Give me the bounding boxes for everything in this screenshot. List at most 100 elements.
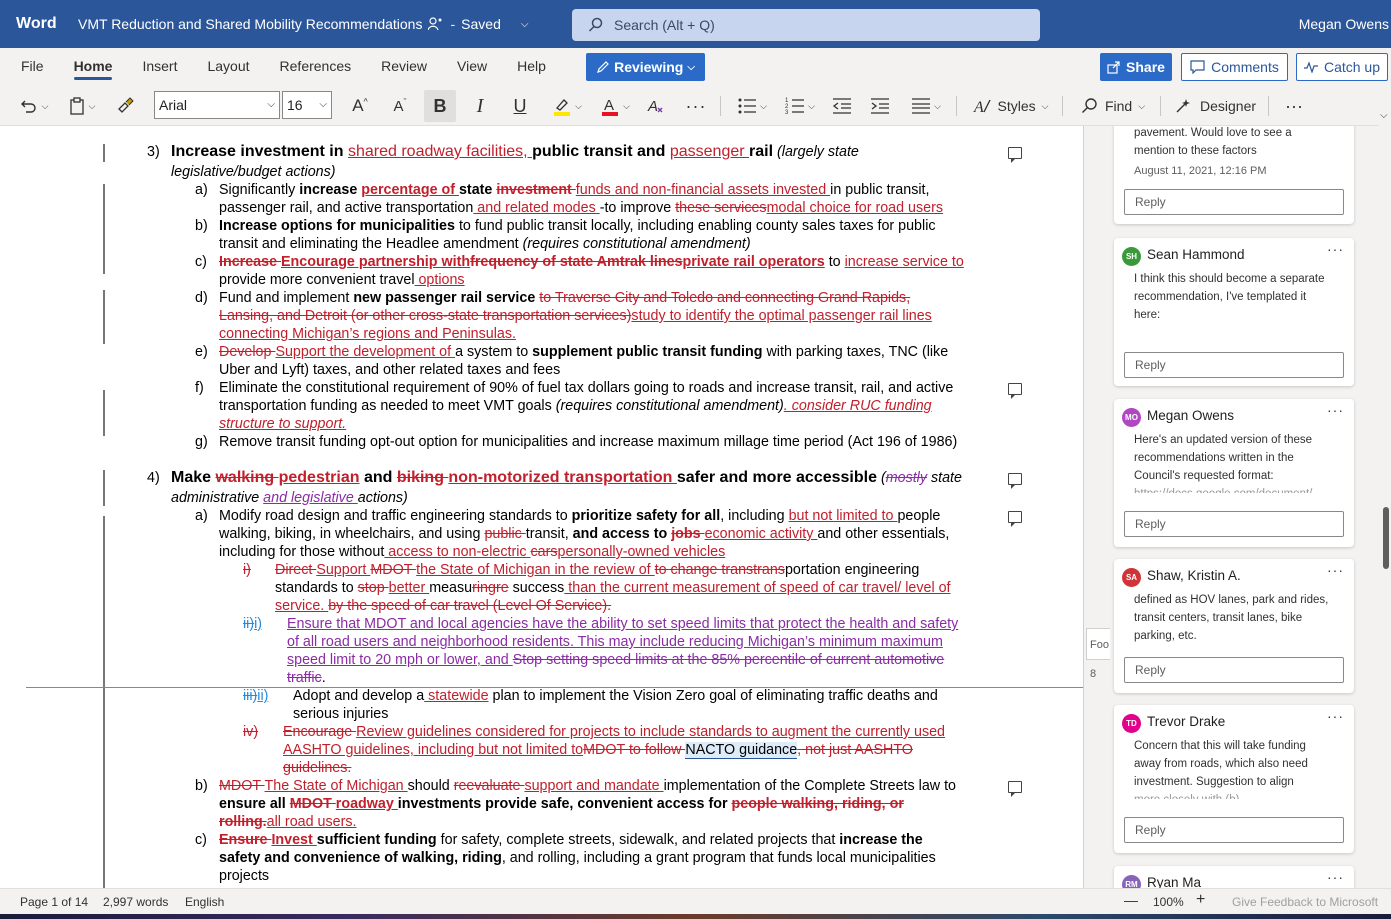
- underline-button[interactable]: U: [506, 90, 534, 122]
- find-button[interactable]: Find ⌵: [1072, 90, 1154, 122]
- comment-marker-icon[interactable]: [1008, 147, 1022, 163]
- word-count[interactable]: 2,997 words: [103, 895, 168, 909]
- reviewing-button[interactable]: Reviewing ⌵: [586, 53, 705, 81]
- vertical-scrollbar[interactable]: [1379, 108, 1391, 888]
- text-line[interactable]: ensure all MDOT roadway investments prov…: [219, 795, 904, 813]
- paragraph-4a-iv[interactable]: Encourage Review guidelines considered f…: [283, 723, 945, 741]
- text-line[interactable]: legislative/budget actions): [171, 163, 336, 181]
- align-button[interactable]: ⌵: [906, 90, 946, 122]
- reply-input[interactable]: Reply: [1124, 511, 1344, 537]
- numbering-button[interactable]: 123 ⌵: [780, 90, 820, 122]
- comment-card[interactable]: MO Megan Owens ··· Here's an updated ver…: [1114, 399, 1354, 547]
- text-line[interactable]: walking, biking, in wheelchairs, and usi…: [219, 525, 949, 543]
- comment-marker-icon[interactable]: [1008, 511, 1022, 527]
- paragraph-3g[interactable]: Remove transit funding opt-out option fo…: [219, 433, 957, 451]
- comment-author[interactable]: Ryan Ma: [1147, 875, 1201, 888]
- paste-button[interactable]: ⌵: [62, 90, 102, 122]
- comment-card[interactable]: TD Trevor Drake ··· Concern that this wi…: [1114, 705, 1354, 853]
- text-line[interactable]: safety and convenience of walking, ridin…: [219, 849, 936, 867]
- text-line[interactable]: traffic.: [287, 669, 326, 687]
- text-line[interactable]: including for those without access to no…: [219, 543, 725, 561]
- paragraph-4a-i[interactable]: Direct Support MDOT the State of Michiga…: [275, 561, 919, 579]
- text-line[interactable]: service. by the speed of car travel (Lev…: [275, 597, 611, 615]
- chevron-down-icon[interactable]: ⌵: [521, 19, 529, 30]
- bold-button[interactable]: B: [424, 90, 456, 122]
- font-name-select[interactable]: Arial ⌵: [154, 91, 280, 119]
- paragraph-3c[interactable]: Increase Encourage partnership withfrequ…: [219, 253, 964, 271]
- inserted-text[interactable]: structure to support.: [219, 415, 346, 433]
- more-font-options-button[interactable]: ···: [682, 90, 710, 122]
- document-canvas[interactable]: 3) Increase investment in shared roadway…: [0, 126, 1083, 888]
- heading-item-3[interactable]: Increase investment in shared roadway fa…: [171, 143, 859, 161]
- language[interactable]: English: [185, 895, 224, 909]
- document-page[interactable]: 3) Increase investment in shared roadway…: [0, 126, 1083, 888]
- comment-marker-icon[interactable]: [1008, 383, 1022, 399]
- text-line[interactable]: Lansing, and Detroit (or other cross-sta…: [219, 307, 932, 325]
- text-line[interactable]: speed limit to 20 mph or lower, and Stop…: [287, 651, 944, 669]
- document-title-text[interactable]: VMT Reduction and Shared Mobility Recomm…: [78, 16, 422, 32]
- document-title[interactable]: VMT Reduction and Shared Mobility Recomm…: [78, 16, 528, 32]
- comment-card[interactable]: SA Shaw, Kristin A. ··· defined as HOV l…: [1114, 559, 1354, 693]
- comment-author[interactable]: Shaw, Kristin A.: [1147, 568, 1241, 583]
- reply-input[interactable]: Reply: [1124, 657, 1344, 683]
- bullets-button[interactable]: ⌵: [732, 90, 772, 122]
- text-line[interactable]: transportation funding as needed to meet…: [219, 397, 932, 415]
- text-line[interactable]: Uber and Lyft) taxes, and other related …: [219, 361, 560, 379]
- text-line[interactable]: rolling.all road users.: [219, 813, 356, 831]
- search-input[interactable]: Search (Alt + Q): [572, 9, 1040, 41]
- text-line[interactable]: AASHTO guidelines, including but not lim…: [283, 741, 913, 759]
- paragraph-3d[interactable]: Fund and implement new passenger rail se…: [219, 289, 910, 307]
- reply-input[interactable]: Reply: [1124, 189, 1344, 215]
- clear-formatting-button[interactable]: A: [642, 90, 670, 122]
- tab-references[interactable]: References: [265, 48, 367, 86]
- paragraph-3a[interactable]: Significantly increase percentage of sta…: [219, 181, 929, 199]
- zoom-in-button[interactable]: +: [1196, 891, 1205, 909]
- more-icon[interactable]: ···: [1327, 708, 1344, 724]
- more-icon[interactable]: ···: [1327, 402, 1344, 418]
- tab-file[interactable]: File: [6, 48, 59, 86]
- paragraph-4a-ii[interactable]: Ensure that MDOT and local agencies have…: [287, 615, 958, 633]
- paragraph-3f[interactable]: Eliminate the constitutional requirement…: [219, 379, 953, 397]
- user-name[interactable]: Megan Owens: [1299, 16, 1389, 32]
- text-line[interactable]: standards to stop better measuringre suc…: [275, 579, 951, 597]
- font-color-button[interactable]: A ⌵: [596, 90, 634, 122]
- feedback-link[interactable]: Give Feedback to Microsoft: [1232, 895, 1378, 909]
- text-line[interactable]: administrative and legislative actions): [171, 489, 408, 507]
- reply-input[interactable]: Reply: [1124, 817, 1344, 843]
- chevron-down-icon[interactable]: ⌵: [1380, 110, 1388, 121]
- list-item[interactable]: 3): [147, 143, 160, 161]
- comment-card[interactable]: RM Ryan Ma ···: [1114, 866, 1354, 888]
- tab-insert[interactable]: Insert: [127, 48, 192, 86]
- comment-card[interactable]: SH Sean Hammond ··· I think this should …: [1114, 238, 1354, 386]
- page-count[interactable]: Page 1 of 14: [20, 895, 88, 909]
- tab-layout[interactable]: Layout: [192, 48, 264, 86]
- side-tab[interactable]: Foo: [1086, 628, 1110, 660]
- deleted-text[interactable]: guidelines.: [283, 759, 351, 777]
- tab-home[interactable]: Home: [59, 48, 128, 86]
- undo-button[interactable]: ⌵: [14, 90, 54, 122]
- zoom-level[interactable]: 100%: [1153, 895, 1184, 909]
- more-options-button[interactable]: ···: [1280, 90, 1308, 122]
- more-icon[interactable]: ···: [1327, 869, 1344, 885]
- text-line[interactable]: provide more convenient travel options: [219, 271, 465, 289]
- text-line[interactable]: transit and eliminating the Headlee amen…: [219, 235, 751, 253]
- font-size-select[interactable]: 16 ⌵: [282, 91, 332, 119]
- designer-button[interactable]: Designer: [1170, 90, 1260, 122]
- styles-button[interactable]: A Styles ⌵: [966, 90, 1054, 122]
- text-line[interactable]: projects: [219, 867, 269, 885]
- comment-card[interactable]: pavement. Would love to see a mention to…: [1114, 126, 1354, 224]
- comment-marker-icon[interactable]: [1008, 781, 1022, 797]
- format-painter-button[interactable]: [110, 90, 140, 122]
- catch-up-button[interactable]: Catch up: [1296, 53, 1388, 81]
- comment-author[interactable]: Sean Hammond: [1147, 247, 1245, 262]
- paragraph-4b[interactable]: MDOT The State of Michigan should reeval…: [219, 777, 956, 795]
- heading-item-4[interactable]: Make walking pedestrian and biking non-m…: [171, 469, 962, 487]
- share-button[interactable]: Share: [1100, 53, 1172, 81]
- tab-help[interactable]: Help: [502, 48, 561, 86]
- shrink-font-button[interactable]: Aˇ: [386, 90, 414, 122]
- paragraph-4c[interactable]: Ensure Invest sufficient funding for saf…: [219, 831, 923, 849]
- paragraph-4a[interactable]: Modify road design and traffic engineeri…: [219, 507, 940, 525]
- reply-input[interactable]: Reply: [1124, 352, 1344, 378]
- inserted-text[interactable]: of all road users and neighborhood resid…: [287, 633, 943, 651]
- comment-marker-icon[interactable]: [1008, 473, 1022, 489]
